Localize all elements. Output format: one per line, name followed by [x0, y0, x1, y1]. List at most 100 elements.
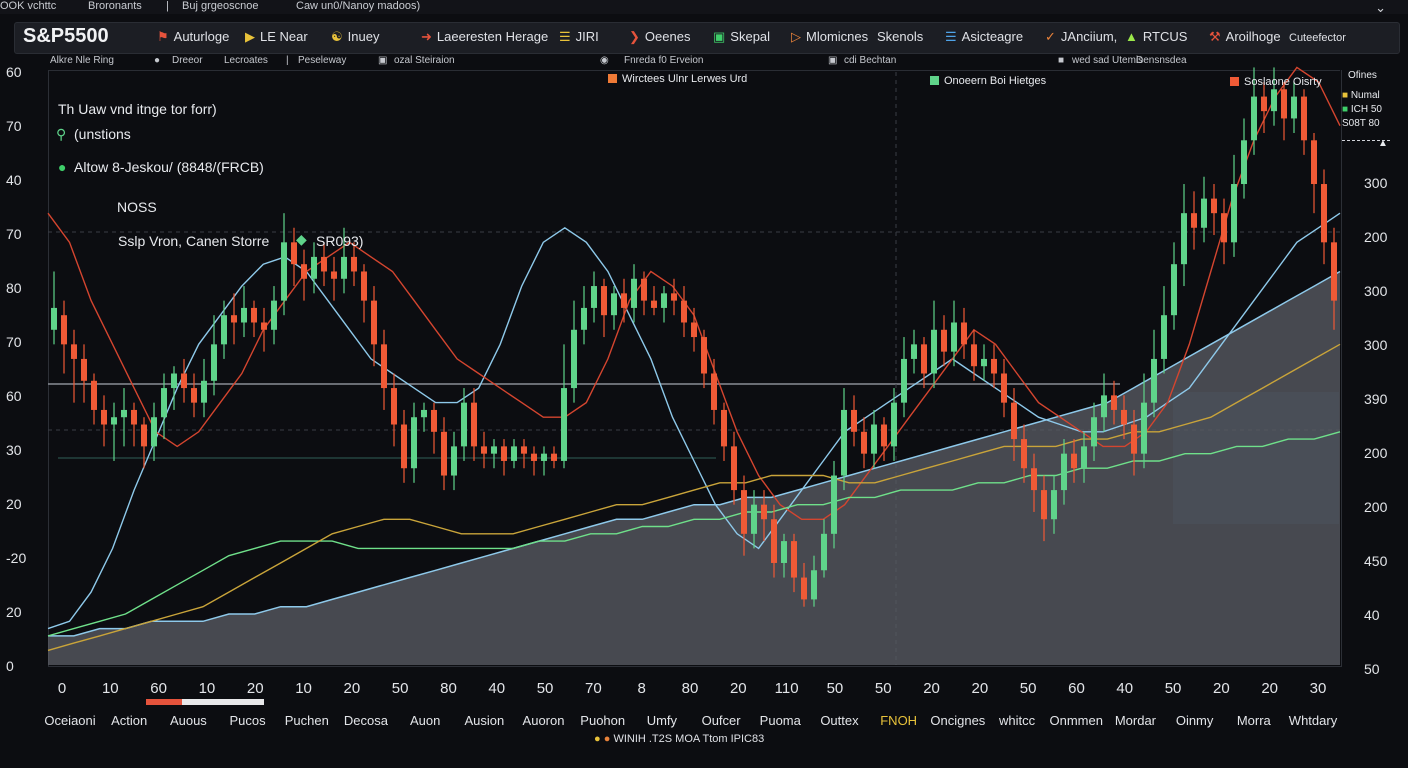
candle-body	[101, 409, 107, 425]
y-tick-left: 20	[6, 604, 22, 620]
candle-body	[671, 293, 677, 301]
x-category-label: Ausion	[464, 713, 505, 728]
candle-body	[891, 402, 897, 447]
dot-icon: ●	[58, 159, 67, 175]
candle-body	[461, 402, 467, 447]
x-tick: 80	[440, 680, 457, 697]
candle-body	[1311, 140, 1317, 185]
candle-body	[321, 256, 327, 272]
candle-body	[1151, 358, 1157, 403]
candle-body	[541, 453, 547, 461]
cursor-icon[interactable]: ▲	[1378, 138, 1388, 149]
x-category-label: Umfy	[646, 713, 678, 728]
orange-swatch-icon	[608, 74, 617, 83]
candle-body	[421, 409, 427, 418]
candle-body	[261, 322, 267, 330]
y-tick-right: 200	[1364, 229, 1388, 245]
candle-body	[681, 300, 687, 323]
candle-body	[271, 300, 277, 330]
candle-body	[311, 256, 317, 279]
x-category-label: Oncignes	[930, 713, 986, 728]
candle-body	[721, 409, 727, 447]
y-tick-right: 50	[1364, 661, 1380, 677]
candle-body	[1001, 373, 1007, 403]
x-tick: 20	[971, 680, 989, 697]
candle-body	[991, 358, 997, 374]
candle-body	[341, 256, 347, 279]
candle-body	[751, 504, 757, 534]
range-slider[interactable]	[146, 699, 264, 705]
legend-entry: ■ Numal	[1342, 90, 1380, 101]
candle-body	[1301, 96, 1307, 141]
candle-body	[501, 446, 507, 461]
annotation-subtitle: (unstions	[74, 126, 131, 142]
candle-body	[61, 315, 67, 345]
candle-body	[831, 475, 837, 534]
candle-body	[1191, 213, 1197, 228]
candle-body	[411, 417, 417, 469]
x-category-label: Puohon	[580, 713, 626, 728]
candle-body	[651, 300, 657, 308]
candle-body	[961, 322, 967, 345]
candle-body	[471, 402, 477, 447]
x-tick: 110	[774, 680, 799, 697]
x-tick: 60	[150, 680, 167, 697]
candle-body	[151, 417, 157, 447]
candle-body	[901, 358, 907, 403]
candle-body	[71, 344, 77, 359]
x-tick: 50	[1164, 680, 1182, 697]
candle-body	[1121, 409, 1127, 425]
x-tick: 20	[1261, 680, 1279, 697]
candle-body	[191, 388, 197, 403]
x-category-label: FNOH	[880, 713, 918, 728]
legend-label: Onoeern Boi Hietges	[944, 75, 1047, 87]
candle-body	[791, 541, 797, 578]
candle-body	[591, 286, 597, 308]
candle-body	[361, 271, 367, 301]
x-category-label: whitcc	[998, 713, 1036, 728]
candle-body	[351, 256, 357, 272]
candle-body	[531, 453, 537, 461]
candle-body	[141, 424, 147, 447]
candle-body	[801, 577, 807, 600]
y-tick-left: 30	[6, 442, 22, 458]
candle-body	[1181, 213, 1187, 265]
candle-body	[661, 293, 667, 308]
x-tick: 50	[391, 680, 409, 697]
y-tick-left: 70	[6, 118, 22, 134]
candle-body	[611, 293, 617, 316]
candle-body	[451, 446, 457, 476]
candle-body	[241, 307, 247, 323]
y-tick-right: 390	[1364, 391, 1388, 407]
legend-entry: S08T 80	[1342, 118, 1380, 129]
candle-body	[1201, 198, 1207, 228]
candle-body	[1101, 395, 1107, 418]
dot-icon: ●	[603, 733, 611, 745]
x-category-label: Auous	[169, 713, 207, 728]
y-tick-right: 300	[1364, 175, 1388, 191]
y-tick-left: 40	[6, 172, 22, 188]
candle-body	[1261, 96, 1267, 112]
candle-body	[781, 541, 787, 563]
candle-body	[1241, 140, 1247, 185]
square-icon: ■	[1342, 104, 1351, 115]
candle-body	[571, 329, 577, 389]
pin-icon: ⚲	[56, 126, 67, 142]
x-tick: 60	[1068, 680, 1085, 697]
candle-body	[931, 329, 937, 374]
annotation-badge: SR093)	[316, 233, 364, 249]
x-category-label: Auoron	[522, 713, 565, 728]
legend-header: Ofines	[1348, 70, 1377, 81]
candle-body	[301, 264, 307, 279]
x-category-label: Pucos	[229, 713, 266, 728]
dot-icon: ●	[594, 733, 601, 745]
candle-body	[851, 409, 857, 432]
x-category-label: Auon	[409, 713, 441, 728]
x-category-label: Puchen	[284, 713, 329, 728]
x-tick: 80	[681, 680, 699, 697]
candle-body	[1061, 453, 1067, 491]
candle-body	[951, 322, 957, 352]
candle-body	[1071, 453, 1077, 469]
candle-body	[171, 373, 177, 389]
annotation-label: NOSS	[117, 199, 157, 215]
